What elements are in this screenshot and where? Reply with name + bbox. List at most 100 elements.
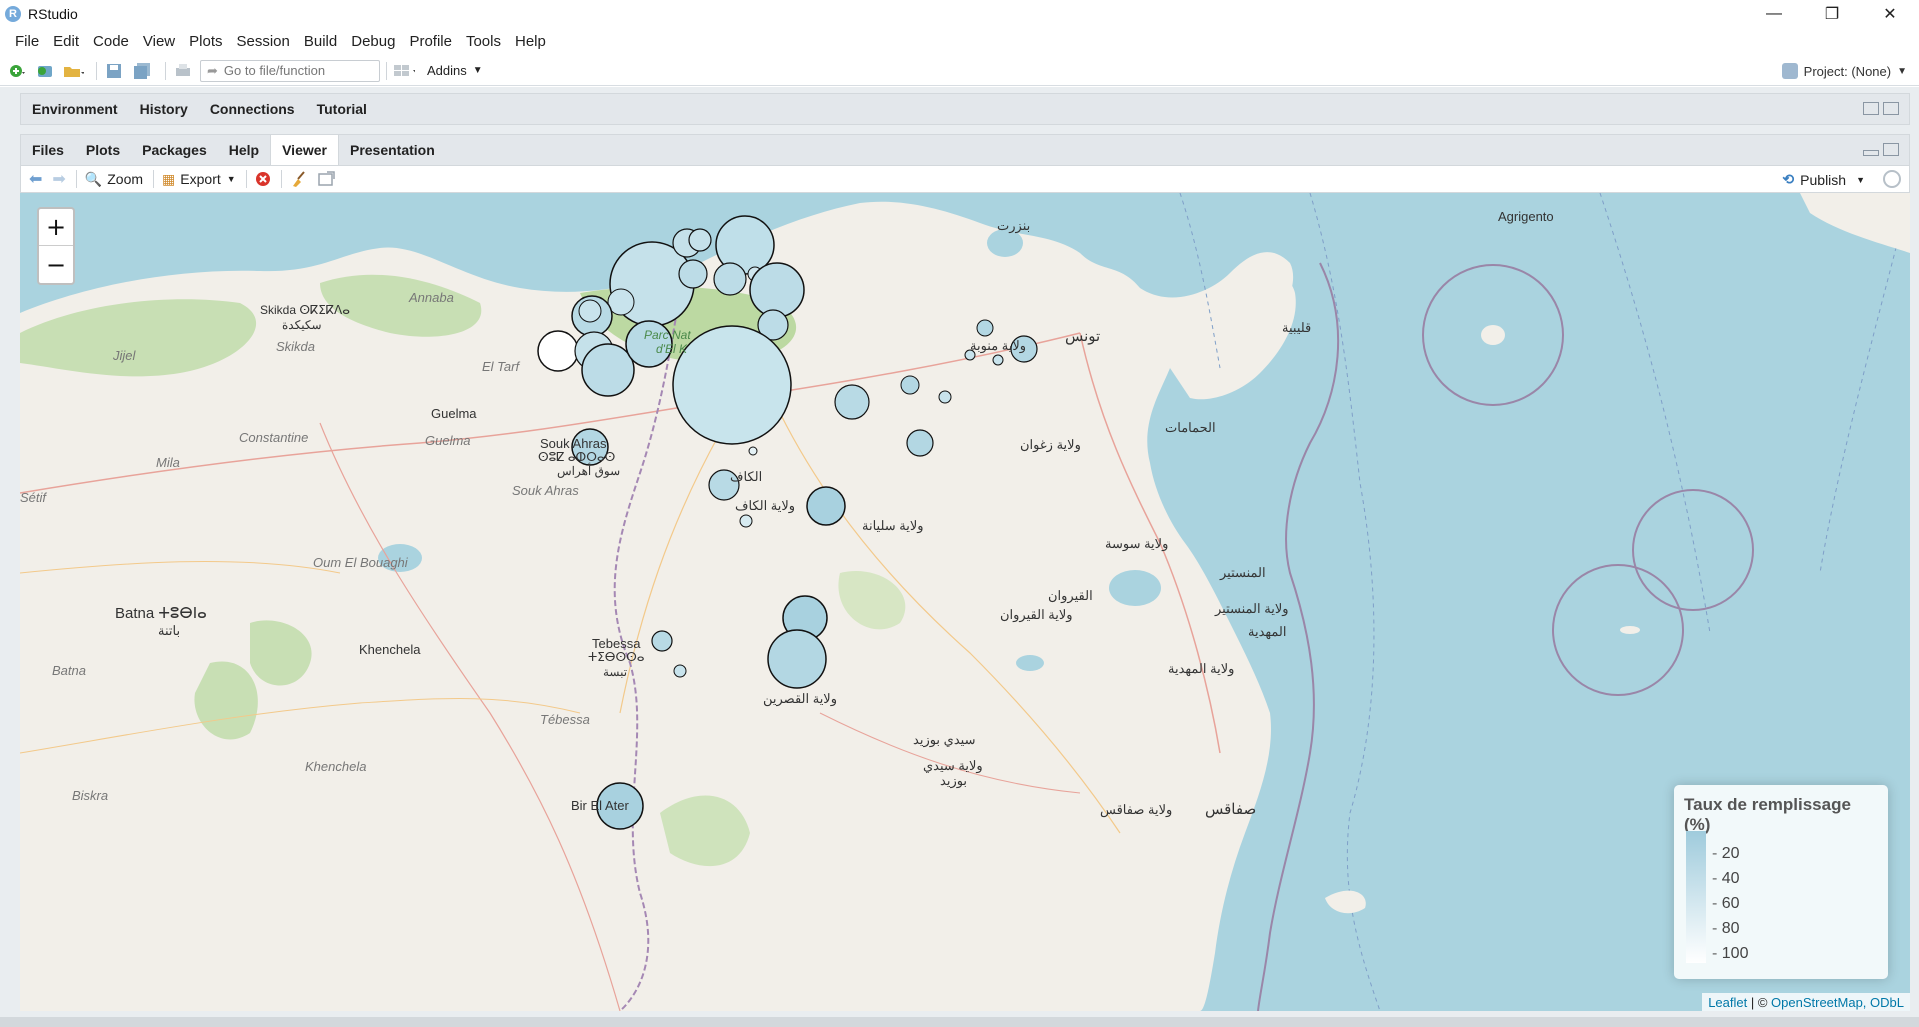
print-icon[interactable] bbox=[172, 61, 194, 81]
reservoir-marker[interactable] bbox=[749, 262, 805, 318]
addins-menu[interactable]: Addins bbox=[427, 63, 467, 78]
publish-button[interactable]: ⟲ Publish ▼ bbox=[1782, 166, 1865, 193]
minimize-pane-icon[interactable] bbox=[1863, 150, 1879, 156]
restore-pane-icon[interactable] bbox=[1863, 102, 1879, 115]
rstudio-logo-icon: R bbox=[5, 6, 21, 22]
menu-debug[interactable]: Debug bbox=[344, 33, 402, 50]
legend-tick: 60 bbox=[1712, 891, 1748, 916]
reservoir-marker[interactable] bbox=[806, 486, 846, 526]
save-icon[interactable] bbox=[103, 61, 125, 81]
menu-help[interactable]: Help bbox=[508, 33, 553, 50]
menu-build[interactable]: Build bbox=[297, 33, 344, 50]
publish-label: Publish bbox=[1800, 171, 1847, 188]
reservoir-marker[interactable] bbox=[900, 375, 920, 395]
tab-tutorial[interactable]: Tutorial bbox=[306, 94, 378, 124]
export-icon: ▦ bbox=[162, 170, 176, 187]
legend-tick: 20 bbox=[1712, 841, 1748, 866]
map-label: Khenchela bbox=[359, 642, 421, 657]
map-label: Oum El Bouaghi bbox=[313, 555, 408, 570]
map-label: باتنة bbox=[158, 623, 181, 638]
tab-files[interactable]: Files bbox=[21, 135, 75, 165]
map-label: d'El K bbox=[656, 342, 687, 356]
export-button[interactable]: ▦ Export ▼ bbox=[162, 171, 236, 188]
new-project-icon[interactable] bbox=[34, 61, 56, 81]
menu-file[interactable]: File bbox=[8, 33, 46, 50]
reservoir-marker[interactable] bbox=[688, 228, 712, 252]
osm-link[interactable]: OpenStreetMap, ODbL bbox=[1771, 995, 1904, 1010]
map-label: ولاية منوبة bbox=[970, 338, 1027, 353]
menu-code[interactable]: Code bbox=[86, 33, 136, 50]
reservoir-marker[interactable] bbox=[578, 299, 602, 323]
zoom-label: Zoom bbox=[107, 171, 144, 187]
reservoir-marker[interactable] bbox=[672, 325, 792, 445]
clear-all-broom-icon[interactable] bbox=[290, 170, 308, 188]
open-file-icon[interactable] bbox=[62, 61, 84, 81]
close-button[interactable]: ✕ bbox=[1861, 0, 1919, 28]
menu-view[interactable]: View bbox=[136, 33, 182, 50]
tab-environment[interactable]: Environment bbox=[21, 94, 129, 124]
map-label: Mila bbox=[156, 455, 180, 470]
upper-pane-tabbar: Environment History Connections Tutorial bbox=[20, 93, 1910, 125]
menu-edit[interactable]: Edit bbox=[46, 33, 86, 50]
reservoir-marker[interactable] bbox=[678, 259, 708, 289]
project-menu[interactable]: Project: (None) ▼ bbox=[1781, 56, 1907, 86]
new-file-icon[interactable] bbox=[6, 61, 28, 81]
publish-icon: ⟲ bbox=[1782, 171, 1795, 187]
zoom-out-button[interactable]: − bbox=[39, 246, 73, 283]
minimize-button[interactable]: — bbox=[1745, 0, 1803, 28]
maximize-button[interactable]: ❐ bbox=[1803, 0, 1861, 28]
menu-session[interactable]: Session bbox=[230, 33, 297, 50]
map-label: Agrigento bbox=[1498, 209, 1554, 224]
save-all-icon[interactable] bbox=[131, 61, 153, 81]
goto-file-input[interactable]: ➦ Go to file/function bbox=[200, 59, 380, 82]
addins-dropdown-icon[interactable]: ▼ bbox=[473, 65, 483, 76]
forward-arrow-icon[interactable]: ➡ bbox=[52, 169, 65, 189]
reservoir-marker[interactable] bbox=[581, 343, 635, 397]
goto-arrow-icon: ➦ bbox=[207, 62, 218, 78]
reservoir-marker[interactable] bbox=[767, 629, 827, 689]
reservoir-marker[interactable] bbox=[739, 514, 753, 528]
tab-presentation[interactable]: Presentation bbox=[339, 135, 446, 165]
map-label: سكيكدة bbox=[282, 318, 322, 332]
map-label: Sétif bbox=[20, 490, 47, 505]
back-arrow-icon[interactable]: ⬅ bbox=[29, 169, 42, 189]
zoom-in-button[interactable]: + bbox=[39, 209, 73, 246]
reservoir-marker[interactable] bbox=[906, 429, 934, 457]
reservoir-marker[interactable] bbox=[651, 630, 673, 652]
reservoir-marker[interactable] bbox=[992, 354, 1004, 366]
tab-packages[interactable]: Packages bbox=[131, 135, 218, 165]
popout-window-icon[interactable] bbox=[317, 171, 336, 187]
restore-pane-icon[interactable] bbox=[1883, 143, 1899, 156]
publish-dropdown-icon: ▼ bbox=[1856, 174, 1865, 185]
reservoir-marker[interactable] bbox=[976, 319, 994, 337]
map-label: تونس bbox=[1065, 328, 1101, 345]
viewer-toolbar: ⬅ ➡ 🔍 Zoom ▦ Export ▼ ⟲ Publish ▼ bbox=[20, 166, 1910, 193]
tab-help[interactable]: Help bbox=[218, 135, 270, 165]
map-label: ولاية سوسة bbox=[1105, 536, 1169, 551]
tab-plots[interactable]: Plots bbox=[75, 135, 131, 165]
refresh-icon[interactable] bbox=[1883, 170, 1901, 188]
map-label: المنستير bbox=[1220, 565, 1266, 580]
tab-history[interactable]: History bbox=[129, 94, 199, 124]
tab-viewer[interactable]: Viewer bbox=[270, 135, 339, 165]
window-controls: — ❐ ✕ bbox=[1745, 0, 1919, 28]
menu-tools[interactable]: Tools bbox=[459, 33, 508, 50]
reservoir-marker[interactable] bbox=[938, 390, 952, 404]
menu-plots[interactable]: Plots bbox=[182, 33, 229, 50]
leaflet-map[interactable]: Agrigento Skikda ⵙⴽⵉⴽⴷⴰ سكيكدة Skikda An… bbox=[20, 193, 1910, 1011]
reservoir-marker[interactable] bbox=[748, 446, 758, 456]
map-label: Tebessa bbox=[592, 636, 641, 651]
reservoir-marker[interactable] bbox=[673, 664, 687, 678]
map-label: Parc Nat bbox=[644, 328, 691, 342]
remove-viewer-icon[interactable] bbox=[255, 171, 271, 187]
reservoir-marker[interactable] bbox=[834, 384, 870, 420]
reservoir-marker[interactable] bbox=[713, 262, 747, 296]
leaflet-link[interactable]: Leaflet bbox=[1708, 995, 1747, 1010]
maximize-pane-icon[interactable] bbox=[1883, 102, 1899, 115]
menu-profile[interactable]: Profile bbox=[402, 33, 459, 50]
reservoir-marker[interactable] bbox=[537, 330, 579, 372]
map-label: Batna bbox=[52, 663, 86, 678]
zoom-button[interactable]: 🔍 Zoom bbox=[85, 171, 143, 188]
grid-layout-icon[interactable] bbox=[393, 61, 415, 81]
tab-connections[interactable]: Connections bbox=[199, 94, 306, 124]
